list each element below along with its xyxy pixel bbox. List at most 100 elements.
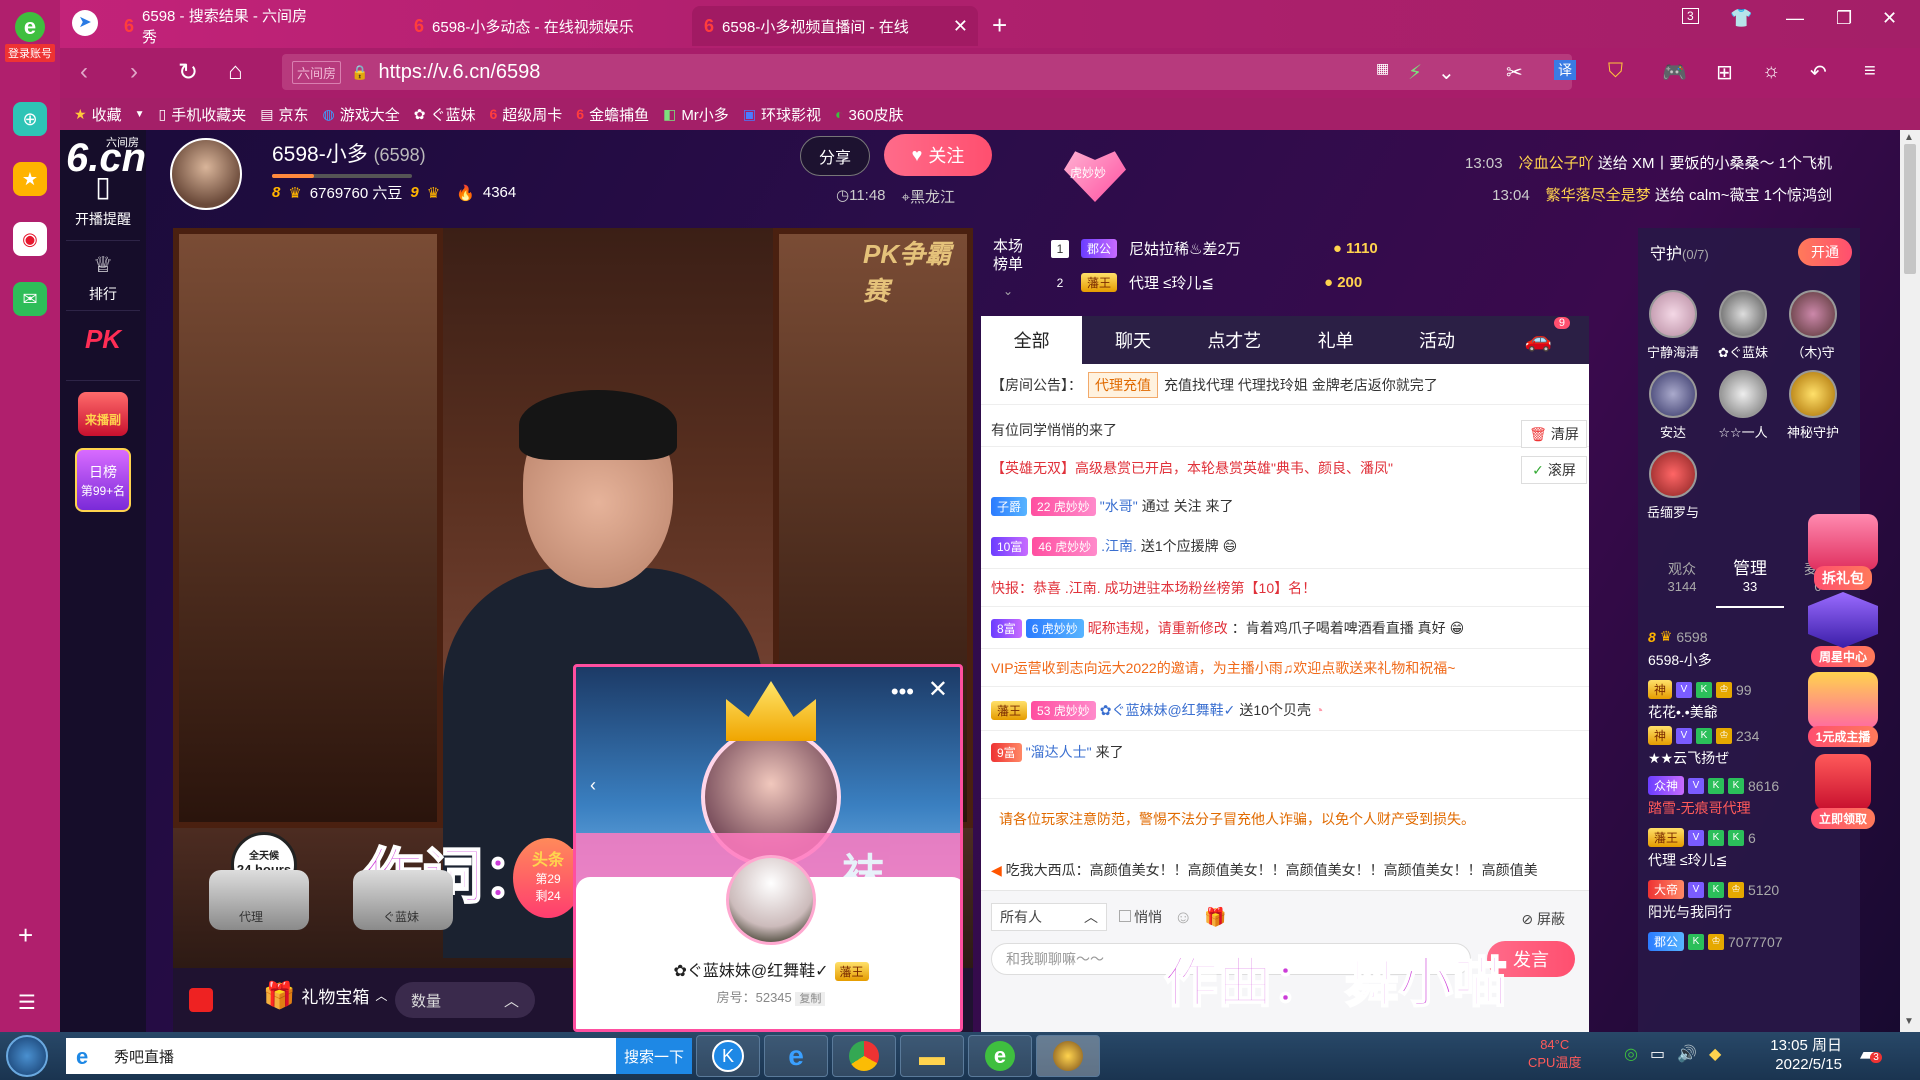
minimize-icon[interactable]: — [1786, 8, 1804, 29]
taskbar-360-browser-icon[interactable]: e [968, 1035, 1032, 1077]
guard-member[interactable]: 岳缅罗与 [1640, 450, 1706, 521]
start-button[interactable] [6, 1035, 48, 1077]
brightness-icon[interactable]: ☼ [1762, 60, 1780, 83]
bookmark-item[interactable]: ▣ 环球影视 [743, 104, 821, 125]
chevron-down-icon[interactable]: ⌄ [1003, 284, 1013, 298]
tab-admins[interactable]: 管理 33 [1716, 560, 1784, 608]
browser-tab[interactable]: 6 6598 - 搜索结果 - 六间房秀 [112, 6, 332, 46]
whisper-checkbox[interactable]: 悄悄 [1119, 907, 1162, 927]
open-guard-button[interactable]: 开通 [1798, 238, 1852, 266]
taskbar-ie-icon[interactable]: e [764, 1035, 828, 1077]
page-scrollbar[interactable]: ▲ ▼ [1900, 130, 1920, 1032]
maximize-icon[interactable]: ❐ [1836, 8, 1852, 29]
audience-row[interactable]: 阳光与我同行 [1648, 902, 1848, 922]
tab-chat[interactable]: 聊天 [1082, 316, 1183, 364]
guard-member[interactable]: 安达 [1640, 370, 1706, 441]
wechat-tray-icon[interactable]: ◎ [1624, 1044, 1638, 1064]
anchor-avatar[interactable] [170, 138, 242, 210]
tab-activity[interactable]: 活动 [1386, 316, 1487, 364]
nav-ranking[interactable]: ♕ 排行 [60, 252, 146, 304]
speed-icon[interactable]: ⚡ [1408, 60, 1422, 85]
guard-member[interactable]: ☆☆一人 [1710, 370, 1776, 441]
ranking-row[interactable]: 2 藩王 代理 ≤玲儿≦ ● 200 [1051, 272, 1362, 293]
guard-member[interactable]: ✿ぐ蓝妹 [1710, 290, 1776, 361]
audience-row[interactable]: 代理 ≤玲儿≦ [1648, 850, 1848, 870]
copy-button[interactable]: 复制 [795, 992, 826, 1006]
guard-member[interactable]: 神秘守护 [1780, 370, 1846, 441]
audience-row[interactable]: 郡公 K ♔ 7077707 [1648, 932, 1848, 951]
grid-icon[interactable]: ⊞ [1716, 60, 1733, 85]
block-button[interactable]: ⊘ 屏蔽 [1521, 909, 1565, 929]
audience-row[interactable]: 大帝 V K ♔ 5120 [1648, 880, 1848, 899]
weekly-star-floater[interactable]: 周星中心 [1800, 592, 1886, 667]
weibo-icon[interactable]: ◉ [13, 222, 47, 256]
taskbar-active-app-icon[interactable] [1036, 1035, 1100, 1077]
ranking-row[interactable]: 1 郡公 尼姑拉稀♨差2万 ● 1110 [1051, 238, 1378, 259]
share-button[interactable]: 分享 [800, 136, 870, 176]
become-streamer-floater[interactable]: 1元成主播 [1800, 672, 1886, 747]
claim-red-packet-floater[interactable]: 立即领取 [1800, 754, 1886, 829]
refresh-icon[interactable]: ↻ [178, 58, 198, 87]
bookmark-item[interactable]: ▯ 手机收藏夹 [158, 104, 246, 125]
scroll-down-icon[interactable]: ▼ [1904, 1016, 1914, 1027]
tab-audience[interactable]: 观众 3144 [1648, 560, 1716, 608]
taskbar-search-input[interactable]: e 秀吧直播 [66, 1038, 616, 1074]
tab-car[interactable]: 🚗 9 [1488, 316, 1589, 364]
undo-icon[interactable]: ↶ [1810, 60, 1827, 85]
bookmark-item[interactable]: ★ 收藏 ▼ [74, 104, 144, 125]
bookmark-item[interactable]: 6 超级周卡 [489, 104, 562, 125]
skin-icon[interactable]: 👕 [1730, 8, 1752, 29]
scroll-up-icon[interactable]: ▲ [1904, 132, 1914, 143]
nav-live-reminder[interactable]: ▯ 开播提醒 [60, 170, 146, 229]
taskbar-folder-icon[interactable]: ▬ [900, 1035, 964, 1077]
audience-row[interactable]: 藩王 V K K 6 [1648, 828, 1848, 847]
unpack-gift-floater[interactable]: 拆礼包 [1800, 514, 1886, 590]
new-tab-button[interactable]: + [992, 10, 1007, 41]
gift-box-button[interactable]: 🎁 礼物宝箱 ︿ [263, 980, 387, 1011]
auto-scroll-button[interactable]: ✓ 滚屏 [1521, 456, 1587, 484]
gift-shop-icon[interactable] [189, 988, 213, 1012]
taskbar-chrome-icon[interactable] [832, 1035, 896, 1077]
bookmark-item[interactable]: ✿ ぐ蓝妹 [414, 104, 476, 125]
bookmark-item[interactable]: ▤ 京东 [260, 104, 308, 125]
login-button[interactable]: e 登录账号 [4, 12, 56, 62]
nav-daily-rank[interactable]: 日榜 第99+名 [60, 448, 146, 512]
add-app-icon[interactable]: + [18, 920, 33, 951]
forward-icon[interactable]: › [130, 58, 138, 86]
bookmark-item[interactable]: ◧ Mr小多 [663, 104, 729, 125]
clear-screen-button[interactable]: 🗑 清屏 [1521, 420, 1587, 448]
emoji-icon[interactable]: ☺ [1174, 907, 1192, 928]
taskbar-search-button[interactable]: 搜索一下 [616, 1038, 692, 1074]
guard-member[interactable]: （木)守 [1780, 290, 1846, 361]
menu-list-icon[interactable]: ☰ [18, 990, 36, 1015]
clock[interactable]: 13:05 周日 2022/5/15 [1752, 1036, 1842, 1074]
more-icon[interactable]: ••• [891, 679, 914, 705]
security-tray-icon[interactable]: ◆ [1709, 1044, 1721, 1064]
notification-icon[interactable]: ▰ 3 [1860, 1044, 1882, 1065]
translate-icon[interactable]: 译 [1554, 60, 1576, 80]
nav-broadcast[interactable]: 来播副 [60, 392, 146, 436]
back-icon[interactable]: ‹ [80, 58, 88, 86]
seat[interactable]: 代理 [209, 860, 309, 940]
tab-talent[interactable]: 点才艺 [1184, 316, 1285, 364]
menu-icon[interactable]: ≡ [1864, 60, 1876, 83]
heart-badge[interactable]: 虎妙妙 [1060, 144, 1134, 208]
sidebar-app-icon[interactable]: ⊕ [13, 102, 47, 136]
volume-icon[interactable]: 🔊 [1677, 1044, 1697, 1064]
browser-tab[interactable]: 6 6598-小多动态 - 在线视频娱乐 [402, 6, 662, 46]
gift-icon[interactable]: 🎁 [1204, 907, 1226, 928]
quantity-select[interactable]: 数量 ︿ [395, 982, 535, 1018]
chevron-down-icon[interactable]: ⌄ [1438, 60, 1455, 85]
browser-home-icon[interactable]: ➤ [72, 10, 98, 36]
browser-tab-active[interactable]: 6 6598-小多视频直播间 - 在线 ✕ [692, 6, 978, 46]
bookmark-item[interactable]: ◐ 360皮肤 [835, 104, 904, 125]
taskbar-app-k-icon[interactable]: K [696, 1035, 760, 1077]
follow-button[interactable]: ♥ 关注 [884, 134, 992, 176]
bookmark-item[interactable]: 6 金蟾捕鱼 [576, 104, 649, 125]
chevron-left-icon[interactable]: ‹ [590, 775, 596, 796]
target-select[interactable]: 所有人 ︿ [991, 903, 1107, 931]
network-icon[interactable]: ▭ [1650, 1044, 1665, 1064]
bookmark-item[interactable]: ◍ 游戏大全 [322, 104, 399, 125]
close-tab-icon[interactable]: ✕ [953, 16, 968, 37]
shield-icon[interactable]: ⛉ [1608, 60, 1623, 83]
